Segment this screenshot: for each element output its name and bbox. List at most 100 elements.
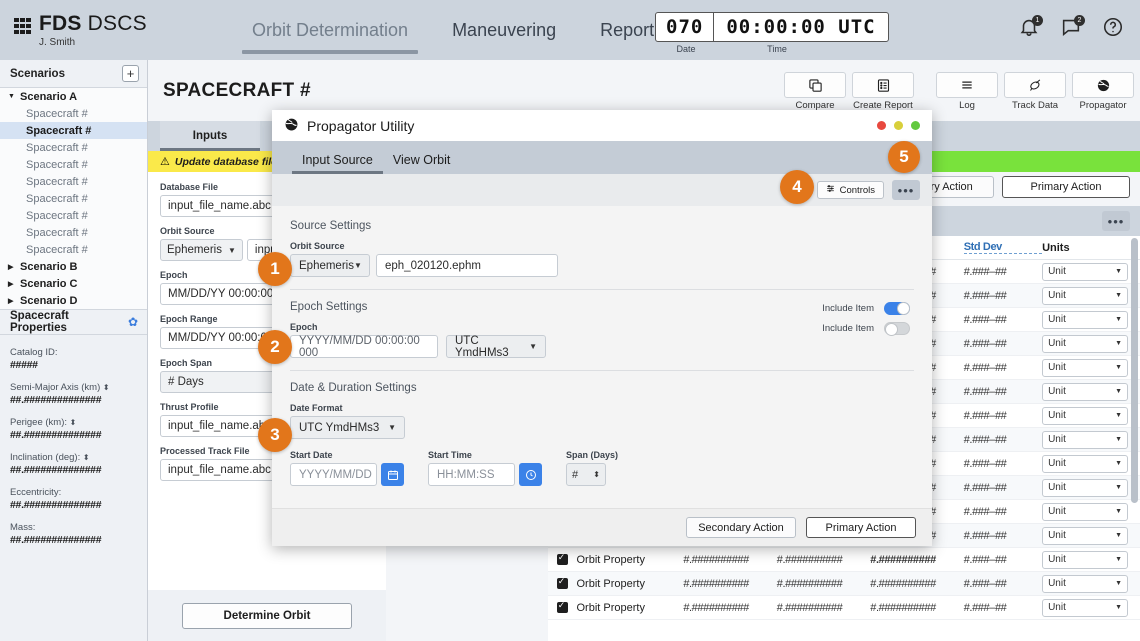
sidebar-item-spacecraft-1[interactable]: Spacecraft # — [0, 105, 147, 122]
row-units-cell[interactable]: Unit▼ — [1042, 407, 1140, 425]
modal-epoch-input[interactable]: YYYY/MM/DD 00:00:00 000 — [290, 335, 438, 358]
gear-icon[interactable]: ✿ — [128, 315, 138, 329]
chevron-right-icon[interactable]: ▶ — [8, 263, 15, 271]
chevron-right-icon[interactable]: ▶ — [8, 280, 15, 288]
notifications-bell-icon[interactable]: 1 — [1018, 16, 1042, 42]
row-units-cell[interactable]: Unit▼ — [1042, 263, 1140, 281]
row-unit-select[interactable]: Unit▼ — [1042, 479, 1128, 497]
scenario-group-d[interactable]: ▶ Scenario D — [0, 292, 147, 309]
row-units-cell[interactable]: Unit▼ — [1042, 503, 1140, 521]
create-report-button[interactable]: Create Report — [852, 72, 914, 111]
table-scrollbar[interactable] — [1131, 238, 1138, 598]
table-row[interactable]: Orbit Property#.###########.###########.… — [548, 572, 1140, 596]
sort-arrows-icon[interactable]: ⬍ — [103, 383, 110, 392]
row-checkbox-cell[interactable] — [548, 602, 576, 613]
row-units-cell[interactable]: Unit▼ — [1042, 359, 1140, 377]
dialog-overflow-menu-icon[interactable]: ••• — [892, 180, 920, 200]
row-checkbox[interactable] — [557, 554, 568, 565]
row-checkbox[interactable] — [557, 602, 568, 613]
nav-tab-maneuvering[interactable]: Maneuvering — [430, 0, 578, 60]
row-unit-select[interactable]: Unit▼ — [1042, 263, 1128, 281]
span-days-stepper[interactable]: # ⬍ — [566, 463, 606, 486]
sidebar-item-spacecraft-9[interactable]: Spacecraft # — [0, 241, 147, 258]
chevron-right-icon[interactable]: ▶ — [8, 297, 15, 305]
clock-icon[interactable] — [519, 463, 542, 486]
sort-arrows-icon[interactable]: ⬍ — [70, 418, 77, 427]
scenario-group-a[interactable]: ▼ Scenario A — [0, 88, 147, 105]
orbit-source-select[interactable]: Ephemeris ▼ — [160, 239, 243, 261]
start-time-input[interactable]: HH:MM:SS — [428, 463, 515, 486]
row-units-cell[interactable]: Unit▼ — [1042, 311, 1140, 329]
row-unit-select[interactable]: Unit▼ — [1042, 551, 1128, 569]
row-checkbox-cell[interactable] — [548, 578, 576, 589]
chevron-down-icon[interactable]: ▼ — [8, 93, 15, 100]
tab-input-source[interactable]: Input Source — [292, 153, 383, 174]
determine-orbit-button[interactable]: Determine Orbit — [182, 603, 352, 629]
row-units-cell[interactable]: Unit▼ — [1042, 455, 1140, 473]
row-unit-select[interactable]: Unit▼ — [1042, 335, 1128, 353]
ephemeris-file-input[interactable]: eph_020120.ephm — [376, 254, 558, 277]
controls-button[interactable]: Controls — [817, 181, 884, 199]
table-overflow-menu-icon[interactable]: ••• — [1102, 211, 1130, 231]
add-scenario-button[interactable]: + — [122, 65, 139, 82]
row-units-cell[interactable]: Unit▼ — [1042, 599, 1140, 617]
dialog-secondary-action-button[interactable]: Secondary Action — [686, 517, 796, 538]
table-scrollbar-thumb[interactable] — [1131, 238, 1138, 503]
start-date-input[interactable]: YYYY/MM/DD — [290, 463, 377, 486]
row-unit-select[interactable]: Unit▼ — [1042, 503, 1128, 521]
sidebar-item-spacecraft-3[interactable]: Spacecraft # — [0, 139, 147, 156]
sidebar-item-spacecraft-6[interactable]: Spacecraft # — [0, 190, 147, 207]
row-unit-select[interactable]: Unit▼ — [1042, 287, 1128, 305]
sort-arrows-icon[interactable]: ⬍ — [83, 453, 90, 462]
tab-view-orbit[interactable]: View Orbit — [383, 153, 460, 174]
row-units-cell[interactable]: Unit▼ — [1042, 431, 1140, 449]
row-unit-select[interactable]: Unit▼ — [1042, 383, 1128, 401]
log-button[interactable]: Log — [936, 72, 998, 111]
row-units-cell[interactable]: Unit▼ — [1042, 575, 1140, 593]
help-icon[interactable] — [1102, 16, 1126, 42]
nav-tab-orbit-determination[interactable]: Orbit Determination — [230, 0, 430, 60]
row-units-cell[interactable]: Unit▼ — [1042, 335, 1140, 353]
scenario-group-c[interactable]: ▶ Scenario C — [0, 275, 147, 292]
row-unit-select[interactable]: Unit▼ — [1042, 359, 1128, 377]
scenario-group-b[interactable]: ▶ Scenario B — [0, 258, 147, 275]
include-item-toggle-1[interactable] — [884, 302, 910, 315]
sidebar-item-spacecraft-8[interactable]: Spacecraft # — [0, 224, 147, 241]
table-row[interactable]: Orbit Property#.###########.###########.… — [548, 548, 1140, 572]
table-row[interactable]: Orbit Property#.###########.###########.… — [548, 596, 1140, 620]
app-grid-icon[interactable] — [14, 18, 31, 35]
sidebar-item-spacecraft-5[interactable]: Spacecraft # — [0, 173, 147, 190]
date-format-select[interactable]: UTC YmdHMs3 ▼ — [290, 416, 405, 439]
calendar-icon[interactable] — [381, 463, 404, 486]
sidebar-item-spacecraft-4[interactable]: Spacecraft # — [0, 156, 147, 173]
stepper-arrows-icon[interactable]: ⬍ — [593, 470, 600, 479]
epoch-format-select[interactable]: UTC YmdHMs3 ▼ — [446, 335, 546, 358]
row-unit-select[interactable]: Unit▼ — [1042, 431, 1128, 449]
row-unit-select[interactable]: Unit▼ — [1042, 599, 1128, 617]
minimize-button[interactable] — [894, 121, 903, 130]
sidebar-item-spacecraft-7[interactable]: Spacecraft # — [0, 207, 147, 224]
maximize-button[interactable] — [911, 121, 920, 130]
sidebar-item-spacecraft-2[interactable]: Spacecraft # — [0, 122, 147, 139]
row-checkbox-cell[interactable] — [548, 554, 576, 565]
messages-icon[interactable]: 2 — [1060, 16, 1084, 42]
include-item-toggle-2[interactable] — [884, 322, 910, 335]
row-units-cell[interactable]: Unit▼ — [1042, 479, 1140, 497]
modal-orbit-source-select[interactable]: Ephemeris ▼ — [290, 254, 370, 277]
row-checkbox[interactable] — [557, 578, 568, 589]
table-header-std-dev[interactable]: Std Dev — [964, 241, 1042, 254]
row-units-cell[interactable]: Unit▼ — [1042, 551, 1140, 569]
row-units-cell[interactable]: Unit▼ — [1042, 287, 1140, 305]
row-units-cell[interactable]: Unit▼ — [1042, 527, 1140, 545]
dialog-primary-action-button[interactable]: Primary Action — [806, 517, 916, 538]
row-units-cell[interactable]: Unit▼ — [1042, 383, 1140, 401]
primary-action-button[interactable]: Primary Action — [1002, 176, 1130, 198]
row-unit-select[interactable]: Unit▼ — [1042, 575, 1128, 593]
tab-inputs[interactable]: Inputs — [160, 121, 260, 151]
propagator-button[interactable]: Propagator — [1072, 72, 1134, 111]
track-data-button[interactable]: Track Data — [1004, 72, 1066, 111]
compare-button[interactable]: Compare — [784, 72, 846, 111]
brand-logo[interactable]: FDS DSCS J. Smith — [14, 13, 224, 48]
row-unit-select[interactable]: Unit▼ — [1042, 407, 1128, 425]
row-unit-select[interactable]: Unit▼ — [1042, 311, 1128, 329]
